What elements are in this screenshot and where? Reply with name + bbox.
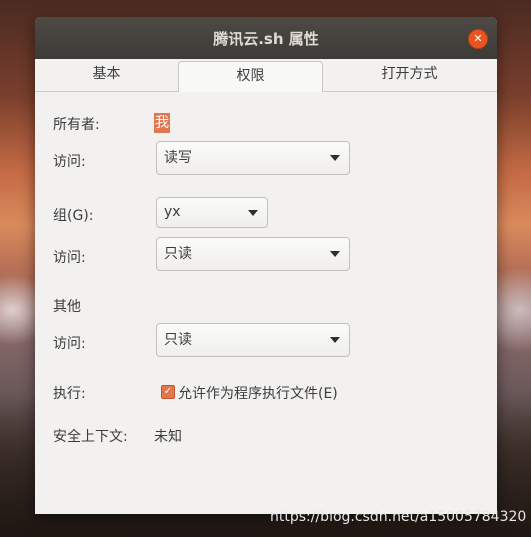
group-value: yx [164, 204, 181, 220]
others-access-label: 访问: [53, 336, 86, 352]
execute-checkbox[interactable]: ✓ [161, 385, 175, 399]
chevron-down-icon [330, 251, 340, 257]
properties-window: 腾讯云.sh 属性 ✕ 基本 权限 打开方式 所有者: 我 访问: 读写 组(G… [35, 17, 497, 514]
tab-bar: 基本 权限 打开方式 [35, 59, 497, 92]
tab-permissions[interactable]: 权限 [178, 61, 323, 92]
titlebar: 腾讯云.sh 属性 ✕ [35, 17, 497, 59]
window-title: 腾讯云.sh 属性 [213, 30, 319, 48]
group-access-select[interactable]: 只读 [156, 237, 350, 271]
group-access-value: 只读 [164, 246, 192, 262]
chevron-down-icon [330, 155, 340, 161]
security-context-label: 安全上下文: [53, 429, 128, 445]
others-access-value: 只读 [164, 332, 192, 348]
group-select[interactable]: yx [156, 197, 268, 228]
tab-basic[interactable]: 基本 [35, 59, 178, 90]
chevron-down-icon [248, 210, 258, 216]
tab-open-with[interactable]: 打开方式 [322, 59, 497, 90]
owner-access-label: 访问: [53, 154, 86, 170]
execute-checkbox-label[interactable]: 允许作为程序执行文件(E) [178, 383, 338, 403]
others-label: 其他 [53, 299, 81, 315]
chevron-down-icon [330, 337, 340, 343]
owner-value: 我 [154, 113, 170, 133]
owner-access-value: 读写 [164, 150, 192, 166]
group-label: 组(G): [53, 208, 94, 224]
group-access-label: 访问: [53, 250, 86, 266]
execute-label: 执行: [53, 386, 86, 402]
owner-label: 所有者: [53, 117, 100, 133]
close-icon: ✕ [473, 32, 483, 45]
owner-access-select[interactable]: 读写 [156, 141, 350, 175]
watermark: https://blog.csdn.net/a15005784320 [270, 509, 527, 525]
security-context-value: 未知 [154, 429, 182, 445]
checkmark-icon: ✓ [163, 386, 173, 397]
close-button[interactable]: ✕ [468, 29, 488, 49]
others-access-select[interactable]: 只读 [156, 323, 350, 357]
